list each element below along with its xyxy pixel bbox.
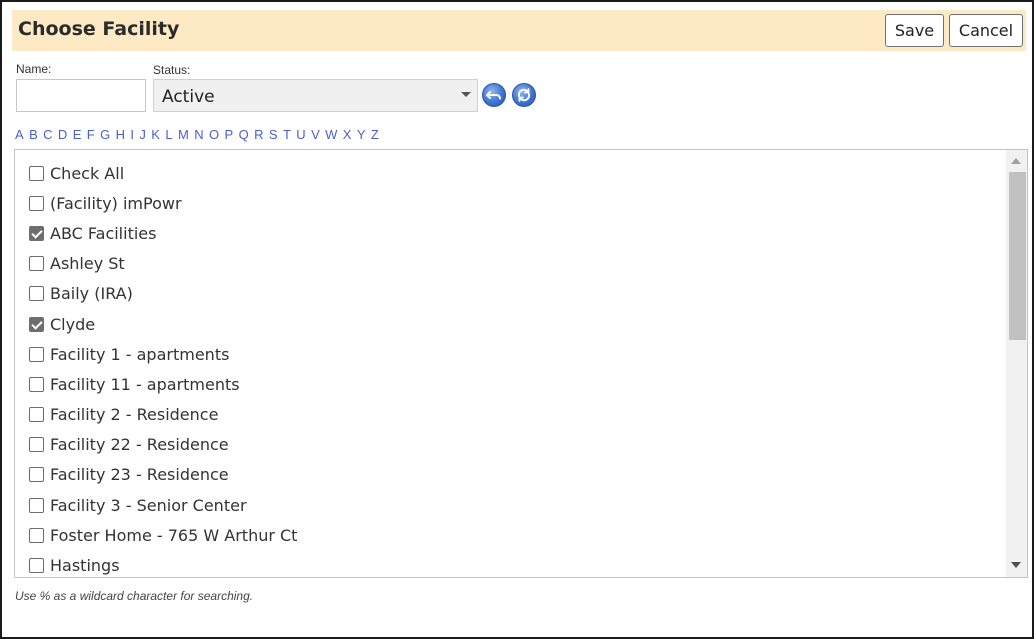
facility-list-item[interactable]: Hastings bbox=[29, 550, 297, 577]
check-all-checkbox[interactable] bbox=[29, 165, 44, 181]
alpha-link-z[interactable]: Z bbox=[371, 127, 379, 142]
alpha-link-v[interactable]: V bbox=[311, 127, 320, 142]
facility-list-item[interactable]: Facility 1 - apartments bbox=[29, 339, 297, 369]
facility-list-item[interactable]: Baily (IRA) bbox=[29, 279, 297, 309]
alpha-link-t[interactable]: T bbox=[283, 127, 291, 142]
facility-checkbox[interactable] bbox=[29, 195, 44, 211]
facility-checkbox[interactable] bbox=[29, 497, 44, 513]
facility-label: Facility 22 - Residence bbox=[50, 435, 229, 455]
alpha-link-e[interactable]: E bbox=[73, 127, 82, 142]
facility-list-item[interactable]: Facility 23 - Residence bbox=[29, 460, 297, 490]
facility-checkbox[interactable] bbox=[29, 558, 44, 574]
refresh-button[interactable] bbox=[512, 83, 536, 107]
list-scrollbar[interactable] bbox=[1006, 150, 1027, 577]
facility-list-item[interactable]: Clyde bbox=[29, 309, 297, 339]
alpha-link-b[interactable]: B bbox=[29, 127, 38, 142]
choose-facility-dialog: Choose Facility Save Cancel Name: Status… bbox=[0, 0, 1034, 639]
alpha-link-x[interactable]: X bbox=[343, 127, 352, 142]
refresh-icon bbox=[517, 88, 531, 102]
facility-checkbox[interactable] bbox=[29, 346, 44, 362]
alpha-link-a[interactable]: A bbox=[15, 127, 24, 142]
alphabet-filter: ABCDEFGHIJKLMNOPQRSTUVWXYZ bbox=[15, 127, 384, 142]
check-all-item[interactable]: Check All bbox=[29, 158, 297, 188]
alpha-link-h[interactable]: H bbox=[116, 127, 125, 142]
dialog-title: Choose Facility bbox=[18, 18, 180, 40]
facility-label: Facility 2 - Residence bbox=[50, 405, 219, 425]
scroll-thumb[interactable] bbox=[1009, 172, 1026, 340]
alpha-link-s[interactable]: S bbox=[269, 127, 278, 142]
facility-list-item[interactable]: (Facility) imPowr bbox=[29, 188, 297, 218]
facility-checkbox[interactable] bbox=[29, 527, 44, 543]
facility-list-item[interactable]: ABC Facilities bbox=[29, 218, 297, 248]
dialog-header: Choose Facility Save Cancel bbox=[12, 10, 1026, 51]
alpha-link-c[interactable]: C bbox=[43, 127, 52, 142]
facility-label: Baily (IRA) bbox=[50, 284, 133, 304]
facility-label: ABC Facilities bbox=[50, 223, 157, 243]
facility-label: Hastings bbox=[50, 556, 120, 576]
facility-list-item[interactable]: Facility 11 - apartments bbox=[29, 369, 297, 399]
facility-checkbox[interactable] bbox=[29, 467, 44, 483]
status-select[interactable]: Active bbox=[153, 79, 478, 112]
alpha-link-j[interactable]: J bbox=[139, 127, 146, 142]
facility-list-box: Check All (Facility) imPowr ABC Facilities… bbox=[14, 149, 1028, 578]
save-button[interactable]: Save bbox=[885, 14, 944, 47]
facility-label: Facility 23 - Residence bbox=[50, 465, 229, 485]
facility-label: (Facility) imPowr bbox=[50, 193, 182, 213]
alpha-link-p[interactable]: P bbox=[225, 127, 234, 142]
facility-checkbox[interactable] bbox=[29, 256, 44, 272]
alpha-link-o[interactable]: O bbox=[209, 127, 219, 142]
alpha-link-m[interactable]: M bbox=[178, 127, 189, 142]
facility-label: Ashley St bbox=[50, 254, 125, 274]
alpha-link-f[interactable]: F bbox=[87, 127, 95, 142]
alpha-link-q[interactable]: Q bbox=[239, 127, 249, 142]
facility-label: Clyde bbox=[50, 314, 96, 334]
scroll-up-icon[interactable] bbox=[1011, 158, 1021, 164]
facility-checkbox[interactable] bbox=[29, 316, 44, 332]
alpha-link-i[interactable]: I bbox=[130, 127, 134, 142]
facility-list-item[interactable]: Facility 2 - Residence bbox=[29, 400, 297, 430]
facility-label: Foster Home - 765 W Arthur Ct bbox=[50, 525, 298, 545]
alpha-link-n[interactable]: N bbox=[194, 127, 203, 142]
facility-list-item[interactable]: Facility 22 - Residence bbox=[29, 430, 297, 460]
cancel-button[interactable]: Cancel bbox=[949, 14, 1023, 47]
caret-down-icon bbox=[461, 92, 471, 97]
scroll-down-icon[interactable] bbox=[1011, 562, 1021, 568]
alpha-link-w[interactable]: W bbox=[325, 127, 337, 142]
facility-checkbox[interactable] bbox=[29, 286, 44, 302]
name-label: Name: bbox=[16, 62, 52, 76]
alpha-link-y[interactable]: Y bbox=[357, 127, 366, 142]
facility-label: Facility 3 - Senior Center bbox=[50, 495, 247, 515]
status-label: Status: bbox=[153, 63, 191, 77]
alpha-link-u[interactable]: U bbox=[296, 127, 305, 142]
alpha-link-k[interactable]: K bbox=[151, 127, 160, 142]
facility-label: Facility 11 - apartments bbox=[50, 374, 240, 394]
facility-checkbox[interactable] bbox=[29, 437, 44, 453]
undo-button[interactable] bbox=[482, 83, 506, 107]
name-input[interactable] bbox=[16, 79, 146, 112]
facility-list: Check All (Facility) imPowr ABC Facilities… bbox=[29, 158, 297, 577]
status-selected-value: Active bbox=[162, 87, 215, 107]
undo-icon bbox=[486, 91, 501, 100]
wildcard-hint: Use % as a wildcard character for search… bbox=[15, 589, 254, 603]
facility-checkbox[interactable] bbox=[29, 225, 44, 241]
facility-label: Check All bbox=[50, 163, 125, 183]
facility-list-item[interactable]: Ashley St bbox=[29, 249, 297, 279]
facility-list-item[interactable]: Foster Home - 765 W Arthur Ct bbox=[29, 520, 297, 550]
alpha-link-r[interactable]: R bbox=[254, 127, 263, 142]
alpha-link-l[interactable]: L bbox=[165, 127, 172, 142]
alpha-link-d[interactable]: D bbox=[58, 127, 67, 142]
facility-label: Facility 1 - apartments bbox=[50, 344, 230, 364]
alpha-link-g[interactable]: G bbox=[100, 127, 110, 142]
facility-list-item[interactable]: Facility 3 - Senior Center bbox=[29, 490, 297, 520]
facility-checkbox[interactable] bbox=[29, 407, 44, 423]
facility-checkbox[interactable] bbox=[29, 376, 44, 392]
